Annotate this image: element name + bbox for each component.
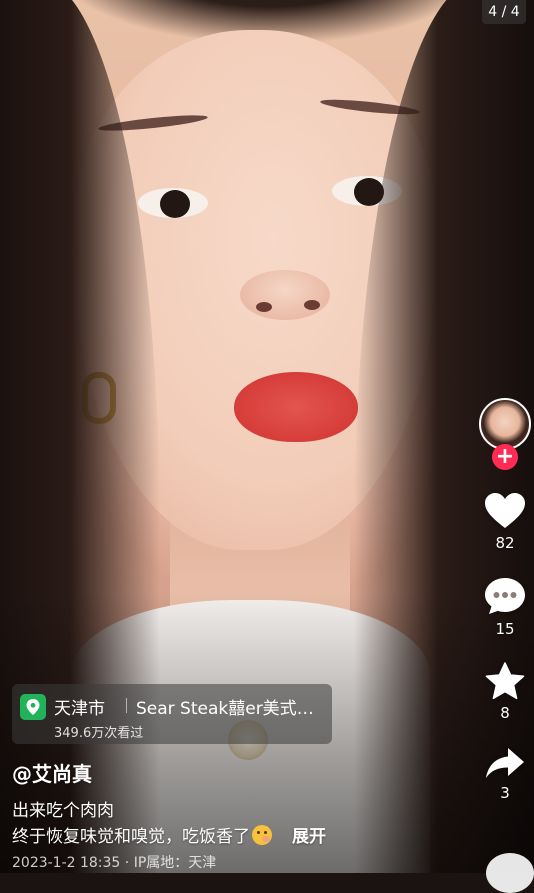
page-indicator: 4 / 4	[482, 0, 526, 24]
lips-shape	[234, 372, 358, 442]
comment-count: 15	[495, 620, 515, 638]
favorite-count: 8	[500, 704, 510, 722]
action-rail: + 82 15 8 3	[476, 398, 534, 802]
location-divider	[126, 698, 127, 713]
caption-line-2: 终于恢复味觉和嗅觉，吃饭香了 展开	[12, 822, 326, 847]
share-icon	[486, 748, 524, 778]
avatar[interactable]	[479, 398, 531, 450]
location-city: 天津市	[54, 699, 105, 719]
share-count: 3	[500, 784, 510, 802]
location-place: Sear Steak囍er美式音…	[136, 699, 330, 719]
caption-line-1: 出来吃个肉肉	[12, 801, 114, 821]
nostril	[304, 300, 320, 310]
like-button[interactable]: 82	[476, 492, 534, 552]
like-count: 82	[495, 534, 515, 552]
comment-button[interactable]: 15	[476, 576, 534, 638]
post-meta: 2023-1-2 18:35 · IP属地：天津	[12, 855, 217, 871]
heart-icon	[485, 493, 525, 528]
nostril	[256, 302, 272, 312]
expand-button[interactable]: 展开	[292, 827, 326, 847]
comment-icon	[485, 578, 525, 614]
follow-button[interactable]: +	[492, 444, 518, 470]
caption-line-2-text: 终于恢复味觉和嗅觉，吃饭香了	[12, 827, 250, 847]
left-eye	[138, 188, 208, 218]
face-emoji-icon	[252, 825, 272, 845]
favorite-button[interactable]: 8	[476, 662, 534, 722]
author-avatar-group[interactable]: +	[476, 398, 534, 470]
music-disc-icon[interactable]	[486, 853, 534, 893]
share-button[interactable]: 3	[476, 746, 534, 802]
location-card[interactable]: 天津市 Sear Steak囍er美式音… 349.6万次看过	[12, 684, 332, 744]
star-icon	[485, 662, 525, 700]
location-pin-icon	[20, 694, 46, 720]
author-username[interactable]: @艾尚真	[12, 758, 92, 787]
location-views: 349.6万次看过	[54, 726, 144, 741]
nose-shape	[240, 270, 330, 320]
